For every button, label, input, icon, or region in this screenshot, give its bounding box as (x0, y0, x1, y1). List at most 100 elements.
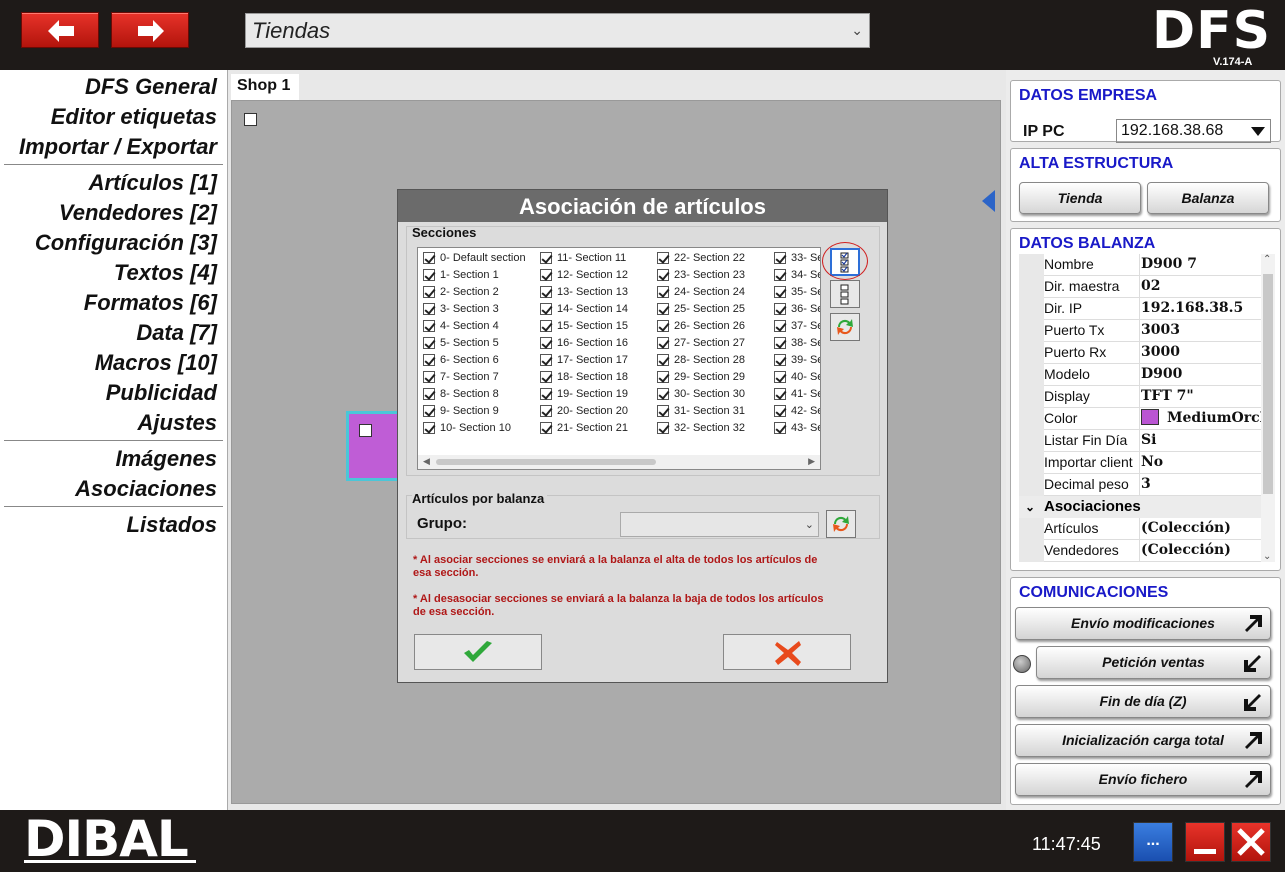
section-checkbox[interactable] (540, 422, 552, 434)
menu-item-publicidad[interactable]: Publicidad (0, 378, 227, 408)
section-checkbox[interactable] (657, 320, 669, 332)
section-checkbox-row[interactable]: 25- Section 25 (654, 301, 772, 318)
section-checkbox[interactable] (540, 337, 552, 349)
section-checkbox[interactable] (540, 405, 552, 417)
tienda-button[interactable]: Tienda (1019, 182, 1141, 214)
section-checkbox[interactable] (774, 354, 786, 366)
property-value[interactable]: No (1141, 452, 1163, 473)
section-checkbox[interactable] (657, 303, 669, 315)
property-grid-scrollbar[interactable]: ⌃ ⌄ (1261, 254, 1275, 562)
property-row[interactable]: Puerto Tx 3003 (1019, 320, 1261, 342)
grupo-select[interactable]: ⌄ (620, 512, 819, 537)
scroll-down-icon[interactable]: ⌄ (1263, 551, 1271, 562)
section-checkbox[interactable] (423, 303, 435, 315)
scroll-right-icon[interactable]: ▶ (808, 456, 815, 467)
section-checkbox-row[interactable]: 10- Section 10 (420, 420, 538, 437)
section-checkbox[interactable] (774, 286, 786, 298)
section-checkbox-row[interactable]: 9- Section 9 (420, 403, 538, 420)
section-checkbox[interactable] (657, 286, 669, 298)
menu-item-textos[interactable]: Textos [4] (0, 258, 227, 288)
section-checkbox[interactable] (423, 405, 435, 417)
property-value[interactable]: 02 (1141, 276, 1160, 297)
refresh-sections-button[interactable] (830, 313, 860, 341)
section-checkbox[interactable] (540, 371, 552, 383)
section-checkbox-row[interactable]: 30- Section 30 (654, 386, 772, 403)
section-checkbox-row[interactable]: 5- Section 5 (420, 335, 538, 352)
section-checkbox-row[interactable]: 1- Section 1 (420, 267, 538, 284)
section-checkbox-row[interactable]: 39- Se (771, 352, 820, 369)
section-checkbox-row[interactable]: 12- Section 12 (537, 267, 655, 284)
scrollbar-thumb[interactable] (1263, 274, 1273, 494)
menu-item-ajustes[interactable]: Ajustes (0, 408, 227, 438)
section-checkbox[interactable] (774, 337, 786, 349)
section-checkbox[interactable] (657, 405, 669, 417)
section-checkbox-row[interactable]: 35- Se (771, 284, 820, 301)
property-row[interactable]: Decimal peso 3 (1019, 474, 1261, 496)
section-checkbox-row[interactable]: 3- Section 3 (420, 301, 538, 318)
section-checkbox[interactable] (423, 320, 435, 332)
tab-shop-1[interactable]: Shop 1 (231, 74, 299, 100)
property-value[interactable]: 3000 (1141, 342, 1180, 363)
section-checkbox[interactable] (657, 252, 669, 264)
section-checkbox[interactable] (657, 422, 669, 434)
section-checkbox-row[interactable]: 26- Section 26 (654, 318, 772, 335)
section-checkbox[interactable] (657, 354, 669, 366)
sections-list[interactable]: 0- Default section 1- Section 1 2- Section… (417, 247, 821, 470)
section-checkbox-row[interactable]: 23- Section 23 (654, 267, 772, 284)
fin-de-dia-button[interactable]: Fin de día (Z) (1015, 685, 1271, 718)
section-checkbox-row[interactable]: 24- Section 24 (654, 284, 772, 301)
property-value[interactable]: 3 (1141, 474, 1151, 495)
property-row[interactable]: Dir. maestra 02 (1019, 276, 1261, 298)
section-checkbox-row[interactable]: 18- Section 18 (537, 369, 655, 386)
section-checkbox-row[interactable]: 7- Section 7 (420, 369, 538, 386)
property-row[interactable]: Listar Fin Día Si (1019, 430, 1261, 452)
section-checkbox[interactable] (423, 252, 435, 264)
property-value[interactable]: D900 7 (1141, 254, 1197, 275)
property-value[interactable]: (Colección) (1141, 540, 1231, 561)
property-row[interactable]: Artículos (Colección) (1019, 518, 1261, 540)
section-checkbox-row[interactable]: 2- Section 2 (420, 284, 538, 301)
section-checkbox[interactable] (423, 269, 435, 281)
property-value[interactable]: D900 (1141, 364, 1182, 385)
menu-item-importar-exportar[interactable]: Importar / Exportar (0, 132, 227, 162)
section-checkbox-row[interactable]: 28- Section 28 (654, 352, 772, 369)
section-checkbox[interactable] (540, 320, 552, 332)
property-value[interactable]: 3003 (1141, 320, 1180, 341)
peticion-ventas-button[interactable]: Petición ventas (1036, 646, 1271, 679)
horizontal-scrollbar[interactable]: ◀ ▶ (418, 455, 820, 469)
section-checkbox-row[interactable]: 6- Section 6 (420, 352, 538, 369)
minimize-button[interactable] (1185, 822, 1225, 862)
section-checkbox-row[interactable]: 42- Se (771, 403, 820, 420)
section-checkbox[interactable] (774, 422, 786, 434)
section-checkbox-row[interactable]: 36- Se (771, 301, 820, 318)
property-row[interactable]: Color MediumOrcl (1019, 408, 1261, 430)
more-options-button[interactable]: ... (1133, 822, 1173, 862)
scale-checkbox[interactable] (359, 424, 372, 437)
category-asociaciones[interactable]: ⌄ Asociaciones (1019, 496, 1261, 518)
section-checkbox-row[interactable]: 16- Section 16 (537, 335, 655, 352)
section-checkbox-row[interactable]: 17- Section 17 (537, 352, 655, 369)
menu-item-configuracion[interactable]: Configuración [3] (0, 228, 227, 258)
section-checkbox-row[interactable]: 27- Section 27 (654, 335, 772, 352)
property-value[interactable]: 192.168.38.5 (1141, 298, 1243, 319)
section-checkbox-row[interactable]: 22- Section 22 (654, 250, 772, 267)
section-checkbox-row[interactable]: 21- Section 21 (537, 420, 655, 437)
section-checkbox-row[interactable]: 40- Se (771, 369, 820, 386)
section-checkbox[interactable] (423, 422, 435, 434)
section-checkbox-row[interactable]: 8- Section 8 (420, 386, 538, 403)
section-checkbox[interactable] (774, 252, 786, 264)
menu-item-formatos[interactable]: Formatos [6] (0, 288, 227, 318)
forward-button[interactable] (111, 12, 189, 48)
section-checkbox-row[interactable]: 38- Se (771, 335, 820, 352)
menu-item-dfs-general[interactable]: DFS General (0, 72, 227, 102)
section-checkbox[interactable] (540, 388, 552, 400)
deselect-all-button[interactable] (830, 280, 860, 308)
property-row[interactable]: Dir. IP 192.168.38.5 (1019, 298, 1261, 320)
menu-item-editor-etiquetas[interactable]: Editor etiquetas (0, 102, 227, 132)
section-checkbox-row[interactable]: 11- Section 11 (537, 250, 655, 267)
envio-fichero-button[interactable]: Envío fichero (1015, 763, 1271, 796)
section-checkbox-row[interactable]: 29- Section 29 (654, 369, 772, 386)
section-checkbox-row[interactable]: 43- Se (771, 420, 820, 437)
menu-item-listados[interactable]: Listados (0, 510, 227, 540)
section-checkbox[interactable] (540, 269, 552, 281)
